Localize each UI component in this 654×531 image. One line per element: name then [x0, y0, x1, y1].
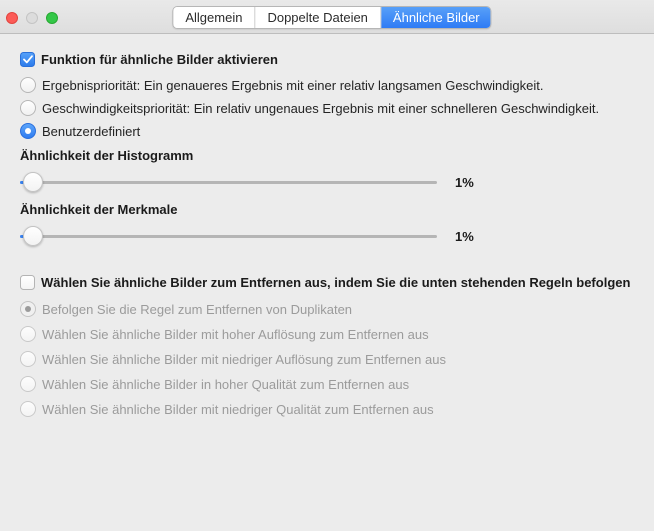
histogram-similarity-label: Ähnlichkeit der Histogramm	[20, 148, 634, 163]
checkmark-icon	[23, 55, 33, 64]
traffic-lights	[6, 12, 58, 24]
slider-track[interactable]	[20, 235, 437, 238]
preferences-window: Allgemein Doppelte Dateien Ähnliche Bild…	[0, 0, 654, 531]
radio-unselected-icon[interactable]	[20, 100, 36, 116]
rule-high-quality-label: Wählen Sie ähnliche Bilder in hoher Qual…	[42, 377, 409, 392]
enable-similar-images-checkbox[interactable]: Funktion für ähnliche Bilder aktivieren	[20, 51, 634, 67]
histogram-similarity-row: 1%	[20, 171, 634, 193]
radio-result-priority[interactable]: Ergebnispriorität: Ein genaueres Ergebni…	[20, 77, 634, 93]
radio-speed-priority[interactable]: Geschwindigkeitspriorität: Ein relativ u…	[20, 100, 634, 116]
radio-unselected-disabled-icon	[20, 376, 36, 392]
tab-doppelte-dateien[interactable]: Doppelte Dateien	[255, 7, 380, 28]
rule-low-quality-label: Wählen Sie ähnliche Bilder mit niedriger…	[42, 402, 434, 417]
tab-aehnliche-bilder[interactable]: Ähnliche Bilder	[381, 7, 492, 28]
radio-custom[interactable]: Benutzerdefiniert	[20, 123, 634, 139]
feature-similarity-label: Ähnlichkeit der Merkmale	[20, 202, 634, 217]
checkbox-checked-icon[interactable]	[20, 52, 35, 67]
checkbox-unchecked-icon[interactable]	[20, 275, 35, 290]
feature-similarity-row: 1%	[20, 225, 634, 247]
tab-allgemein[interactable]: Allgemein	[173, 7, 255, 28]
rule-low-quality: Wählen Sie ähnliche Bilder mit niedriger…	[20, 401, 634, 417]
slider-track[interactable]	[20, 181, 437, 184]
slider-knob[interactable]	[23, 172, 43, 192]
rule-high-quality: Wählen Sie ähnliche Bilder in hoher Qual…	[20, 376, 634, 392]
histogram-similarity-slider[interactable]	[20, 171, 437, 193]
feature-similarity-slider[interactable]	[20, 225, 437, 247]
slider-knob[interactable]	[23, 226, 43, 246]
minimize-button[interactable]	[26, 12, 38, 24]
titlebar: Allgemein Doppelte Dateien Ähnliche Bild…	[0, 0, 654, 34]
removal-rules-radio-group: Befolgen Sie die Regel zum Entfernen von…	[20, 301, 634, 417]
rule-follow-duplicates-label: Befolgen Sie die Regel zum Entfernen von…	[42, 302, 352, 317]
enable-similar-images-label: Funktion für ähnliche Bilder aktivieren	[41, 52, 278, 67]
close-button[interactable]	[6, 12, 18, 24]
histogram-similarity-value: 1%	[455, 175, 474, 190]
radio-unselected-icon[interactable]	[20, 77, 36, 93]
radio-result-priority-label: Ergebnispriorität: Ein genaueres Ergebni…	[42, 78, 543, 93]
feature-similarity-value: 1%	[455, 229, 474, 244]
tab-bar: Allgemein Doppelte Dateien Ähnliche Bild…	[172, 6, 491, 29]
rule-high-resolution: Wählen Sie ähnliche Bilder mit hoher Auf…	[20, 326, 634, 342]
zoom-button[interactable]	[46, 12, 58, 24]
rule-high-resolution-label: Wählen Sie ähnliche Bilder mit hoher Auf…	[42, 327, 429, 342]
rule-low-resolution: Wählen Sie ähnliche Bilder mit niedriger…	[20, 351, 634, 367]
rule-low-resolution-label: Wählen Sie ähnliche Bilder mit niedriger…	[42, 352, 446, 367]
rule-follow-duplicates: Befolgen Sie die Regel zum Entfernen von…	[20, 301, 634, 317]
radio-unselected-disabled-icon	[20, 401, 36, 417]
radio-speed-priority-label: Geschwindigkeitspriorität: Ein relativ u…	[42, 101, 599, 116]
auto-select-checkbox[interactable]: Wählen Sie ähnliche Bilder zum Entfernen…	[20, 274, 634, 290]
priority-radio-group: Ergebnispriorität: Ein genaueres Ergebni…	[20, 77, 634, 139]
radio-unselected-disabled-icon	[20, 326, 36, 342]
similar-images-pane: Funktion für ähnliche Bilder aktivieren …	[0, 34, 654, 417]
radio-unselected-disabled-icon	[20, 351, 36, 367]
radio-selected-icon[interactable]	[20, 123, 36, 139]
radio-selected-disabled-icon	[20, 301, 36, 317]
radio-custom-label: Benutzerdefiniert	[42, 124, 140, 139]
auto-select-label: Wählen Sie ähnliche Bilder zum Entfernen…	[41, 275, 630, 290]
